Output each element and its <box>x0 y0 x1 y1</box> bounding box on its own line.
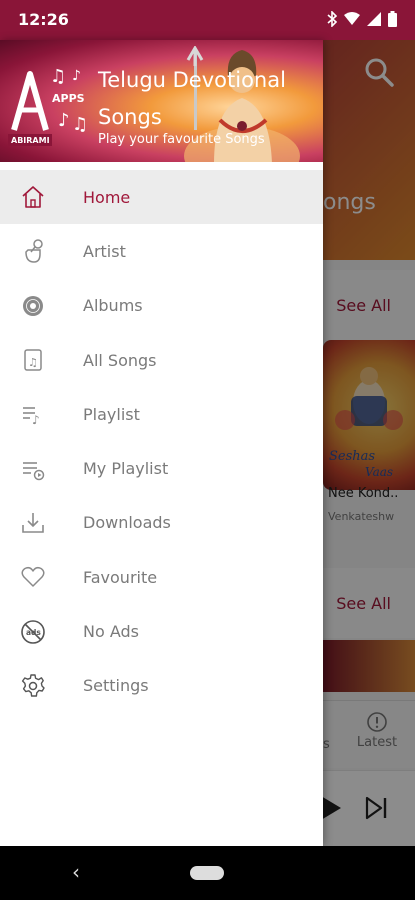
menu-item-label: Albums <box>83 296 143 316</box>
menu-item-all-songs[interactable]: ♫ All Songs <box>0 333 323 387</box>
home-pill-button[interactable] <box>190 866 224 880</box>
drawer-menu: Home Artist Albums ♫ All Songs ♪ Playlis… <box>0 170 323 713</box>
menu-item-playlist[interactable]: ♪ Playlist <box>0 387 323 441</box>
status-bar: 12:26 <box>0 0 415 40</box>
app-subtitle: Play your favourite Songs <box>98 132 265 147</box>
svg-text:♫: ♫ <box>50 66 66 87</box>
navigation-drawer: ♫ ♪ APPS ♪ ♫ ABIRAMI Telugu Devotional S… <box>0 40 323 846</box>
svg-text:♫: ♫ <box>72 114 88 135</box>
music-file-icon: ♫ <box>24 349 42 371</box>
download-icon <box>22 512 44 533</box>
menu-item-no-ads[interactable]: ads No Ads <box>0 604 323 658</box>
status-time: 12:26 <box>18 10 69 29</box>
menu-item-artist[interactable]: Artist <box>0 224 323 278</box>
drawer-header: ♫ ♪ APPS ♪ ♫ ABIRAMI Telugu Devotional S… <box>0 40 323 162</box>
menu-item-home[interactable]: Home <box>0 170 323 225</box>
signal-icon <box>367 12 381 26</box>
menu-item-label: No Ads <box>83 622 139 642</box>
menu-item-favourite[interactable]: Favourite <box>0 550 323 604</box>
menu-item-label: Downloads <box>83 513 171 533</box>
menu-item-label: All Songs <box>83 350 157 370</box>
app-title: Telugu Devotional Songs <box>98 68 286 129</box>
menu-item-label: Settings <box>83 676 149 696</box>
heart-icon <box>21 567 45 587</box>
abirami-apps-logo: ♫ ♪ APPS ♪ ♫ ABIRAMI <box>8 66 92 146</box>
logo-word: APPS <box>52 92 85 105</box>
menu-item-albums[interactable]: Albums <box>0 279 323 333</box>
system-nav-bar: ‹ <box>0 846 415 900</box>
back-icon[interactable]: ‹ <box>72 860 80 884</box>
menu-item-label: My Playlist <box>83 459 169 479</box>
svg-text:♪: ♪ <box>72 68 81 84</box>
svg-text:♫: ♫ <box>28 356 38 369</box>
playlist-icon: ♪ <box>23 407 40 427</box>
artist-icon <box>25 239 43 264</box>
menu-item-downloads[interactable]: Downloads <box>0 496 323 550</box>
no-ads-icon-text: ads <box>26 628 41 637</box>
svg-text:♪: ♪ <box>32 413 40 427</box>
menu-item-settings[interactable]: Settings <box>0 659 323 713</box>
menu-item-my-playlist[interactable]: My Playlist <box>0 441 323 495</box>
menu-item-label: Playlist <box>83 404 140 424</box>
menu-item-label: Home <box>83 187 131 207</box>
svg-text:♪: ♪ <box>58 110 70 131</box>
album-icon <box>23 295 43 316</box>
menu-item-label: Favourite <box>83 567 158 587</box>
menu-item-label: Artist <box>83 241 126 261</box>
settings-icon <box>21 674 45 697</box>
bluetooth-icon <box>327 11 337 27</box>
home-icon <box>22 186 44 208</box>
wifi-icon <box>344 12 360 25</box>
logo-brand: ABIRAMI <box>11 136 50 145</box>
playlist-add-icon <box>23 461 45 480</box>
no-ads-icon: ads <box>21 619 45 644</box>
status-icons <box>327 11 397 27</box>
battery-icon <box>388 11 397 27</box>
